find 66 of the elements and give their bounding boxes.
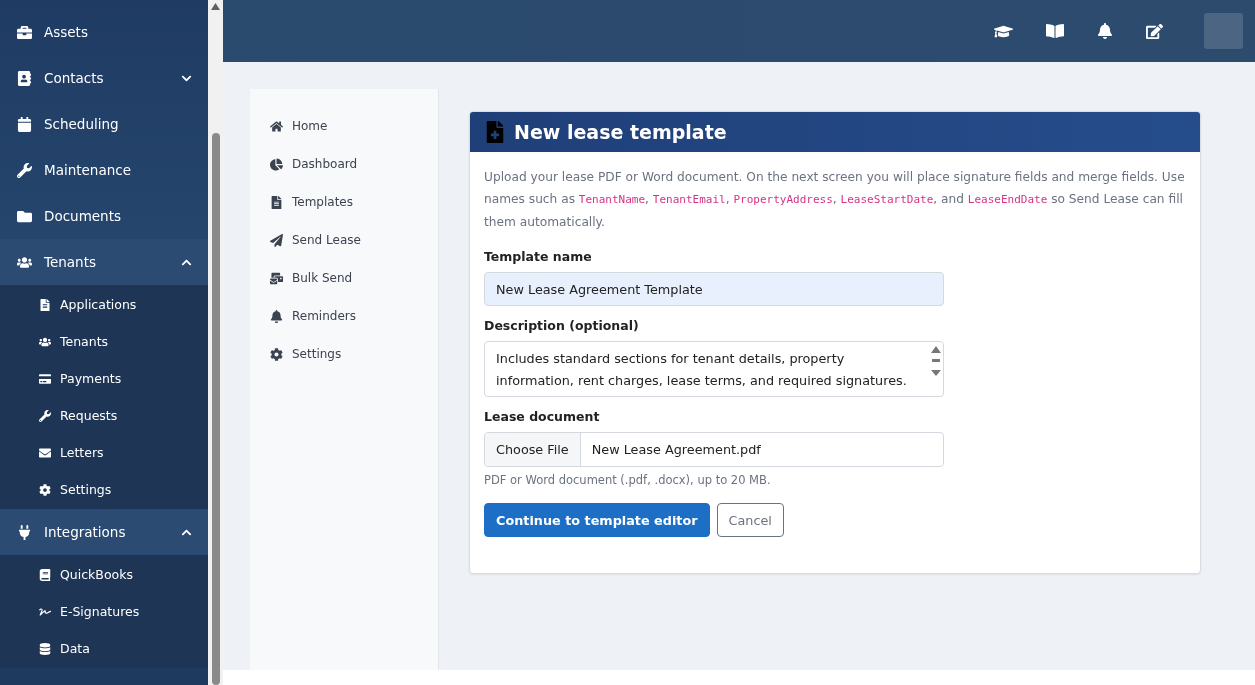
submenu-item[interactable]: Tenants (0, 323, 208, 360)
subnav-item[interactable]: Home (250, 107, 438, 145)
document-icon (39, 298, 51, 311)
contact-card-icon (17, 70, 32, 86)
description-field[interactable]: Includes standard sections for tenant details, property information, rent charges, lease terms, and required signatures. (484, 341, 944, 397)
scrollbar[interactable] (208, 0, 223, 685)
wrench-icon (17, 162, 32, 178)
field-label: Template name (484, 249, 593, 264)
settings-icon (270, 347, 283, 361)
sidebar-item[interactable]: Integrations (0, 509, 208, 555)
subnav-item[interactable]: Bulk Send (250, 259, 438, 297)
choose-file-button[interactable]: Choose File (485, 433, 581, 466)
cancel-button[interactable]: Cancel (716, 503, 784, 537)
sidebar-item[interactable]: Maintenance (0, 147, 208, 193)
people-icon (17, 254, 32, 270)
sidebar-item[interactable]: Tenants (0, 239, 208, 285)
paper-plane-icon (270, 233, 283, 247)
subnav-item[interactable]: Reminders (250, 297, 438, 335)
bell-icon (270, 309, 283, 323)
credit-card-icon (39, 372, 51, 385)
pie-chart-icon (270, 157, 283, 171)
file-hint: PDF or Word document (.pdf, .docx), up to 20 MB. (484, 473, 772, 487)
file-plus-icon (484, 121, 506, 143)
submenu-item[interactable]: Payments (0, 360, 208, 397)
wrench-icon (39, 409, 51, 422)
document-icon (270, 195, 283, 209)
sidebar-item[interactable]: Contacts (0, 55, 208, 101)
bell-icon[interactable] (1097, 23, 1113, 39)
subnav-item[interactable]: Dashboard (250, 145, 438, 183)
submenu-item[interactable]: E-Signatures (0, 593, 208, 630)
settings-icon (39, 483, 51, 496)
home-icon (270, 119, 283, 133)
sidebar-item[interactable]: Scheduling (0, 101, 208, 147)
subnav-item[interactable]: Send Lease (250, 221, 438, 259)
people-icon (39, 335, 51, 348)
scroll-up-arrow-icon[interactable] (211, 3, 220, 10)
database-icon (39, 642, 51, 655)
edit-icon[interactable] (1146, 22, 1163, 40)
intro-paragraph: Upload your lease PDF or Word document. On the next screen you will place signature fields and merge fields. Use names such as TenantName, TenantEmail, PropertyAddress, LeaseStartDate, and LeaseEndDate so Send Lease can fill them automatically. (484, 169, 1186, 231)
subnav-item[interactable]: Settings (250, 335, 438, 373)
file-field[interactable]: Choose File New Lease Agreement.pdf (484, 432, 944, 467)
submenu-item[interactable]: Data (0, 630, 208, 667)
envelope-icon (39, 446, 51, 459)
field-label: Lease document (484, 409, 601, 424)
continue-button[interactable]: Continue to template editor (484, 503, 710, 537)
submenu-item[interactable]: QuickBooks (0, 556, 208, 593)
book-icon (39, 568, 51, 581)
briefcase-icon (17, 24, 32, 40)
sidebar-item[interactable]: Assets (0, 9, 208, 55)
scrollbar-thumb[interactable] (211, 133, 220, 685)
mail-stack-icon (270, 271, 283, 285)
sidebar-item[interactable]: Documents (0, 193, 208, 239)
plug-icon (17, 524, 32, 540)
subnav-item[interactable]: Templates (250, 183, 438, 221)
submenu-item[interactable]: Requests (0, 397, 208, 434)
submenu-item[interactable]: Applications (0, 286, 208, 323)
field-label: Description (optional) (484, 318, 640, 333)
submenu-item[interactable]: Settings (0, 471, 208, 508)
file-name: New Lease Agreement.pdf (590, 442, 761, 457)
open-book-icon[interactable] (1046, 22, 1064, 40)
submenu-item[interactable]: Letters (0, 434, 208, 471)
calendar-icon (17, 116, 32, 132)
textarea-scrollbar-icon[interactable] (931, 346, 941, 376)
card-title: New lease template (514, 121, 727, 143)
folder-icon (17, 208, 32, 224)
template-name-field[interactable]: New Lease Agreement Template (484, 272, 944, 306)
